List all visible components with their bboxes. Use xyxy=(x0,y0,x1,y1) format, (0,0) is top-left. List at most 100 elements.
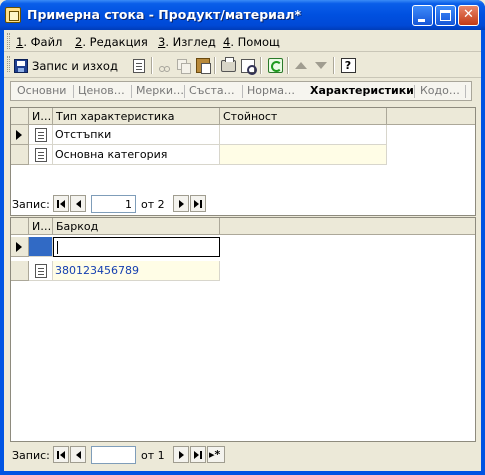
cut-button[interactable] xyxy=(155,56,173,75)
floppy-disk-icon xyxy=(14,58,28,73)
previous-record-button[interactable] xyxy=(70,446,86,463)
bar-glyph xyxy=(57,200,59,208)
title-bar[interactable]: Примерна стока - Продукт/материал* ✕ xyxy=(0,0,485,30)
header-row-selector[interactable] xyxy=(11,108,29,125)
menu-edit[interactable]: 2. Редакция xyxy=(75,35,148,49)
row-icon-cell xyxy=(29,261,53,281)
previous-icon xyxy=(76,200,81,208)
print-preview-button[interactable] xyxy=(239,56,257,75)
menu-file-label: . Файл xyxy=(23,35,63,49)
header-value[interactable]: Стойност xyxy=(220,108,387,125)
close-button[interactable]: ✕ xyxy=(458,5,479,26)
tab-basic[interactable]: Основни xyxy=(17,84,66,97)
row-icon-cell-selected xyxy=(29,237,53,257)
record-label: Запис: xyxy=(12,198,50,211)
menubar-grip-icon xyxy=(7,33,10,49)
characteristic-type-cell[interactable]: Отстъпки xyxy=(53,125,220,145)
last-record-button[interactable] xyxy=(190,195,206,212)
toolbar-separator xyxy=(260,57,262,74)
row-selector[interactable] xyxy=(11,261,29,281)
header-barcode[interactable]: Баркод xyxy=(53,218,220,235)
move-down-button[interactable] xyxy=(312,56,330,75)
record-number-field[interactable] xyxy=(91,446,136,464)
header-filler xyxy=(220,218,475,235)
clipboard-paste-icon xyxy=(196,58,211,74)
first-icon xyxy=(60,200,65,208)
maximize-icon xyxy=(440,10,451,21)
client-area: 1. Файл 2. Редакция 3. Изглед 4. Помощ З… xyxy=(4,30,481,471)
header-icon-column[interactable]: И… xyxy=(29,218,53,235)
characteristic-value-cell[interactable] xyxy=(220,125,387,145)
current-row-icon xyxy=(16,242,22,252)
previous-icon xyxy=(76,451,81,459)
copy-button[interactable] xyxy=(174,56,192,75)
last-record-button[interactable] xyxy=(190,446,206,463)
document-save-icon xyxy=(133,58,145,73)
row-icon-cell xyxy=(29,145,53,165)
row-selector[interactable] xyxy=(11,237,29,257)
record-number-field[interactable]: 1 xyxy=(91,195,136,213)
menu-help[interactable]: 4. Помощ xyxy=(223,35,280,49)
record-count: от 2 xyxy=(141,198,165,211)
minimize-icon xyxy=(418,19,425,22)
help-button[interactable]: ? xyxy=(339,56,357,75)
characteristic-type-cell[interactable]: Основна категория xyxy=(53,145,220,165)
menu-view[interactable]: 3. Изглед xyxy=(158,35,216,49)
save-button[interactable] xyxy=(130,56,148,75)
paste-button[interactable] xyxy=(194,56,212,75)
text-caret xyxy=(57,241,58,254)
record-navigator-bottom: Запис: от 1 ▸* xyxy=(10,445,476,467)
first-icon xyxy=(60,451,65,459)
app-icon[interactable] xyxy=(5,7,21,23)
next-icon xyxy=(179,200,184,208)
header-row-selector[interactable] xyxy=(11,218,29,235)
characteristic-value-cell[interactable] xyxy=(220,145,387,165)
tab-norms[interactable]: Норма… xyxy=(247,84,295,97)
minimize-button[interactable] xyxy=(412,5,433,26)
bar-glyph xyxy=(200,200,202,208)
row-selector[interactable] xyxy=(11,125,29,145)
header-icon-column[interactable]: И… xyxy=(29,108,53,125)
first-record-button[interactable] xyxy=(53,446,69,463)
row-selector[interactable] xyxy=(11,145,29,165)
toolbar: Запис и изход ? xyxy=(4,53,481,78)
move-up-button[interactable] xyxy=(292,56,310,75)
previous-record-button[interactable] xyxy=(70,195,86,212)
tab-prices[interactable]: Ценов… xyxy=(78,84,125,97)
first-record-button[interactable] xyxy=(53,195,69,212)
menu-file[interactable]: 1. Файл xyxy=(16,35,62,49)
header-characteristic-type[interactable]: Тип характеристика xyxy=(53,108,220,125)
toolbar-separator xyxy=(214,57,216,74)
last-icon xyxy=(194,200,199,208)
print-button[interactable] xyxy=(219,56,237,75)
menu-edit-label: . Редакция xyxy=(82,35,148,49)
save-and-exit-button[interactable]: Запис и изход xyxy=(14,56,128,75)
next-record-button[interactable] xyxy=(173,195,189,212)
tab-separator xyxy=(414,85,415,98)
copy-icon xyxy=(176,58,191,74)
tab-composition[interactable]: Съста… xyxy=(189,84,235,97)
tab-separator xyxy=(131,85,132,98)
record-count: от 1 xyxy=(141,449,165,462)
tab-separator xyxy=(242,85,243,98)
refresh-button[interactable] xyxy=(266,56,284,75)
barcode-input[interactable] xyxy=(53,237,220,257)
barcode-cell[interactable]: 380123456789 xyxy=(53,261,220,281)
toolbar-grip-icon xyxy=(7,56,10,72)
close-icon: ✕ xyxy=(463,7,474,22)
tab-characteristics[interactable]: Характеристики xyxy=(310,84,414,97)
tab-separator xyxy=(465,85,466,98)
last-icon xyxy=(194,451,199,459)
tab-codes[interactable]: Кодо… xyxy=(420,84,460,97)
toolbar-separator xyxy=(287,57,289,74)
next-icon xyxy=(179,451,184,459)
new-record-button[interactable]: ▸* xyxy=(207,446,225,463)
arrow-down-icon xyxy=(315,62,327,69)
maximize-button[interactable] xyxy=(435,5,456,26)
record-label: Запис: xyxy=(12,449,50,462)
next-record-button[interactable] xyxy=(173,446,189,463)
record-navigator-top: Запис: 1 от 2 xyxy=(10,194,476,216)
row-icon-cell xyxy=(29,125,53,145)
tab-measures[interactable]: Мерки… xyxy=(136,84,184,97)
document-icon xyxy=(35,264,47,278)
